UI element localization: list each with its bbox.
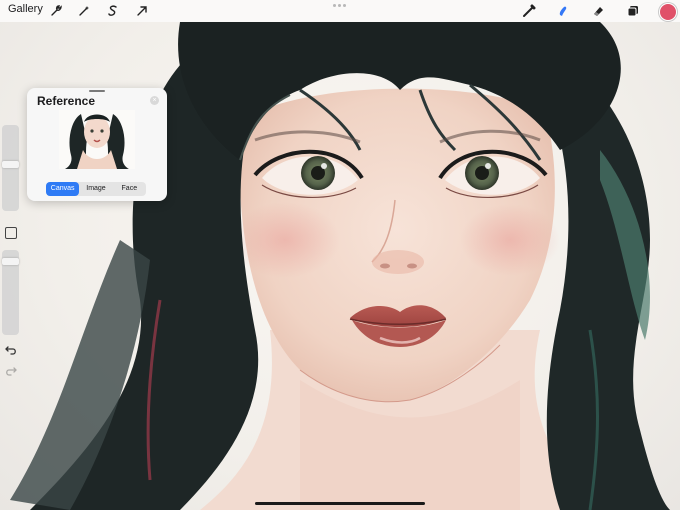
home-indicator[interactable]	[255, 502, 425, 505]
modify-button[interactable]	[5, 227, 17, 239]
eraser-icon[interactable]	[589, 2, 607, 20]
close-icon[interactable]: ×	[150, 96, 159, 105]
brush-size-slider[interactable]	[2, 125, 19, 211]
selection-icon[interactable]	[104, 2, 122, 20]
color-picker-button[interactable]	[659, 3, 677, 21]
reference-title: Reference	[37, 94, 96, 108]
top-toolbar: Gallery	[0, 0, 680, 22]
wrench-icon[interactable]	[47, 2, 65, 20]
left-sidebar	[0, 125, 21, 380]
brush-size-thumb[interactable]	[2, 160, 19, 168]
arrow-icon[interactable]	[133, 2, 151, 20]
opacity-slider[interactable]	[2, 250, 19, 335]
tab-image[interactable]: Image	[79, 182, 112, 196]
tab-canvas[interactable]: Canvas	[46, 182, 80, 196]
tab-face[interactable]: Face	[113, 182, 146, 196]
reference-canvas-preview	[59, 110, 135, 169]
undo-icon[interactable]	[4, 343, 18, 357]
brush-icon[interactable]	[520, 2, 538, 20]
magic-wand-icon[interactable]	[75, 2, 93, 20]
reference-drag-handle[interactable]	[89, 90, 105, 92]
gallery-button[interactable]: Gallery	[8, 3, 43, 15]
smudge-icon[interactable]	[554, 2, 572, 20]
opacity-thumb[interactable]	[2, 257, 19, 265]
toolbar-grabber[interactable]	[333, 4, 346, 7]
redo-icon[interactable]	[4, 364, 18, 378]
layers-icon[interactable]	[624, 2, 642, 20]
reference-panel[interactable]: Reference × Canvas Image Face	[27, 88, 167, 201]
reference-mode-selector: Canvas Image Face	[46, 182, 146, 196]
